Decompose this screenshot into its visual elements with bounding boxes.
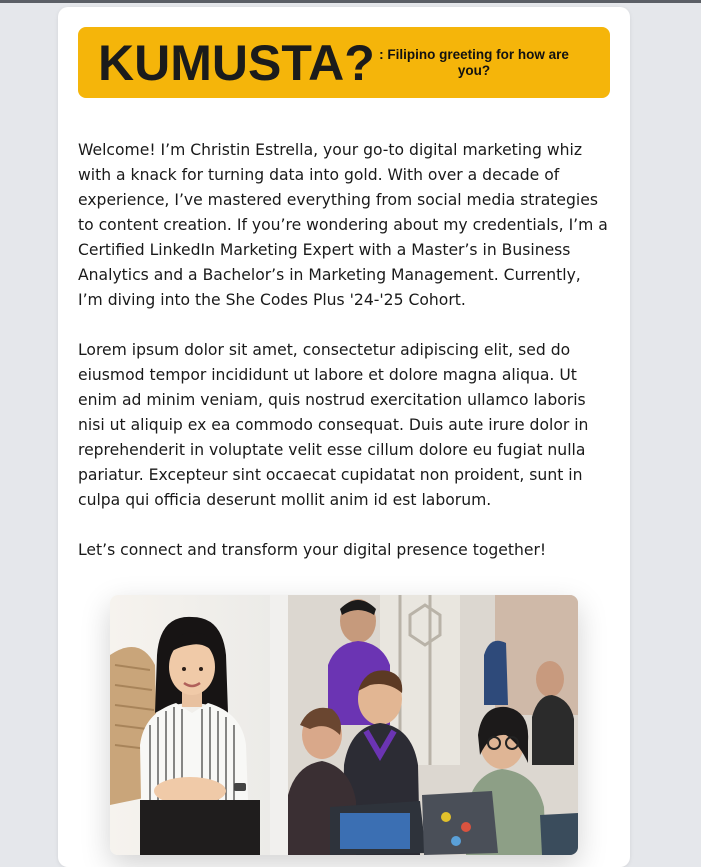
- photo-collage: [110, 595, 578, 855]
- banner-title: KUMUSTA?: [98, 35, 375, 91]
- intro-paragraph: Welcome! I’m Christin Estrella, your go-…: [78, 141, 608, 309]
- about-text: Welcome! I’m Christin Estrella, your go-…: [78, 138, 610, 588]
- banner-subtitle: : Filipino greeting for how are you?: [379, 47, 569, 78]
- greeting-banner: KUMUSTA? : Filipino greeting for how are…: [78, 27, 610, 98]
- portrait-photo: [110, 595, 270, 855]
- group-coding-photo: [270, 595, 578, 855]
- about-card: KUMUSTA? : Filipino greeting for how are…: [58, 7, 630, 867]
- lorem-paragraph: Lorem ipsum dolor sit amet, consectetur …: [78, 341, 589, 509]
- browser-top-edge: [0, 0, 701, 3]
- connect-paragraph: Let’s connect and transform your digital…: [78, 541, 547, 559]
